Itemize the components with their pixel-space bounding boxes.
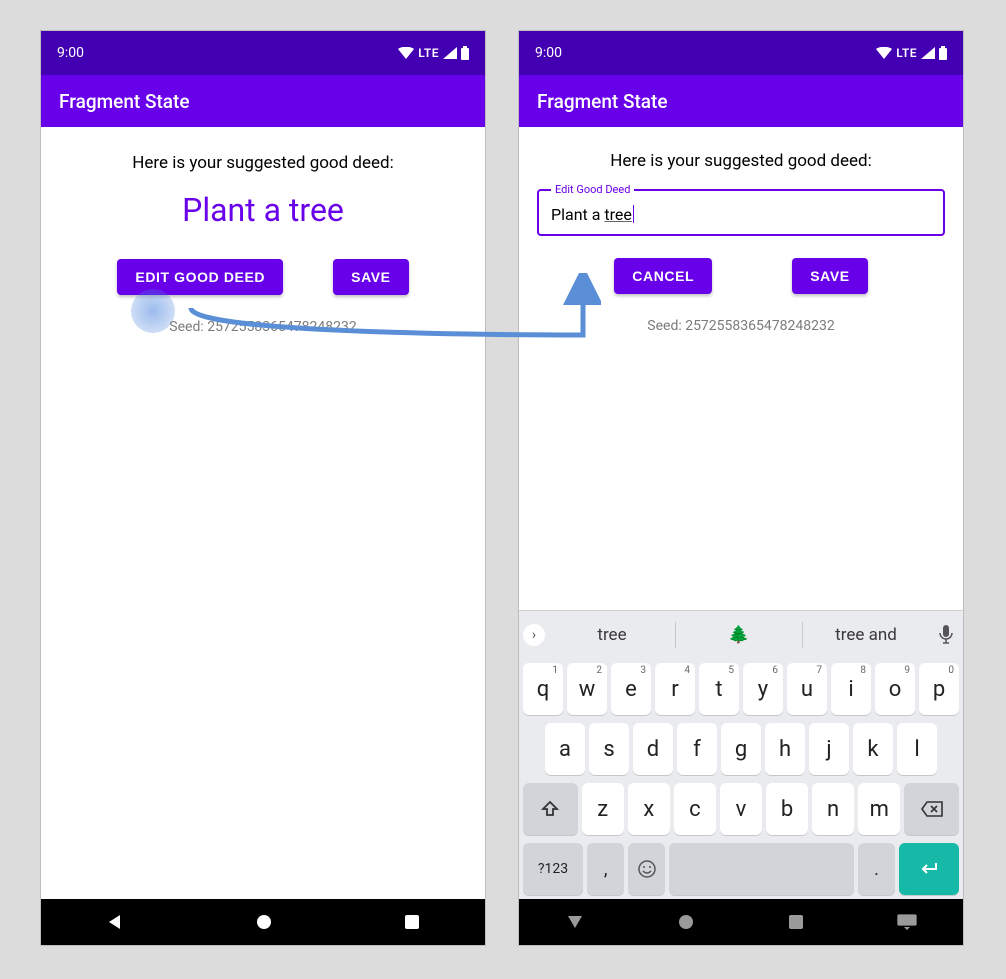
system-nav-bar — [519, 899, 963, 945]
phone-view-state: 9:00 LTE Fragment State Here is your sug… — [40, 30, 486, 946]
nav-back-icon[interactable] — [566, 913, 584, 931]
shift-key[interactable] — [523, 783, 578, 835]
nav-recents-icon[interactable] — [404, 914, 420, 930]
save-button[interactable]: SAVE — [792, 258, 868, 294]
status-bar: 9:00 LTE — [41, 31, 485, 75]
emoji-key[interactable] — [628, 843, 665, 895]
seed-label: Seed: 2572558365478248232 — [53, 319, 473, 335]
battery-icon — [461, 46, 469, 60]
nav-recents-icon[interactable] — [788, 914, 804, 930]
app-bar: Fragment State — [519, 75, 963, 127]
key-h[interactable]: h — [765, 723, 805, 775]
suggested-label: Here is your suggested good deed: — [53, 153, 473, 173]
app-bar: Fragment State — [41, 75, 485, 127]
key-y[interactable]: y6 — [743, 663, 783, 715]
field-value: Plant a tree — [551, 205, 634, 224]
nav-back-icon[interactable] — [106, 913, 124, 931]
save-button[interactable]: SAVE — [333, 259, 409, 295]
key-g[interactable]: g — [721, 723, 761, 775]
suggestion-bar: › tree 🌲 tree and — [519, 611, 963, 659]
nav-home-icon[interactable] — [255, 913, 273, 931]
key-u[interactable]: u7 — [787, 663, 827, 715]
wifi-icon — [398, 47, 414, 59]
status-time: 9:00 — [535, 45, 562, 61]
key-x[interactable]: x — [628, 783, 670, 835]
backspace-key[interactable] — [904, 783, 959, 835]
key-a[interactable]: a — [545, 723, 585, 775]
content-area: Here is your suggested good deed: Edit G… — [519, 127, 963, 610]
mic-icon[interactable] — [929, 625, 963, 645]
key-f[interactable]: f — [677, 723, 717, 775]
key-p[interactable]: p0 — [919, 663, 959, 715]
soft-keyboard: › tree 🌲 tree and q1w2e3r4t5y6u7i8o9p0 a… — [519, 610, 963, 899]
status-bar: 9:00 LTE — [519, 31, 963, 75]
key-d[interactable]: d — [633, 723, 673, 775]
status-time: 9:00 — [57, 45, 84, 61]
edit-good-deed-button[interactable]: EDIT GOOD DEED — [117, 259, 283, 295]
button-row: CANCEL SAVE — [531, 258, 951, 294]
button-row: EDIT GOOD DEED SAVE — [53, 259, 473, 295]
key-z[interactable]: z — [582, 783, 624, 835]
suggestion-emoji[interactable]: 🌲 — [676, 611, 802, 659]
key-l[interactable]: l — [897, 723, 937, 775]
key-k[interactable]: k — [853, 723, 893, 775]
key-i[interactable]: i8 — [831, 663, 871, 715]
period-key[interactable]: . — [858, 843, 895, 895]
wifi-icon — [876, 47, 892, 59]
status-icons: LTE — [398, 46, 469, 60]
suggestion-1[interactable]: tree — [549, 611, 675, 659]
key-t[interactable]: t5 — [699, 663, 739, 715]
chevron-right-icon: › — [523, 624, 545, 646]
app-title: Fragment State — [59, 90, 190, 113]
key-c[interactable]: c — [674, 783, 716, 835]
nav-home-icon[interactable] — [677, 913, 695, 931]
key-s[interactable]: s — [589, 723, 629, 775]
key-m[interactable]: m — [858, 783, 900, 835]
suggestion-2[interactable]: tree and — [803, 611, 929, 659]
comma-key[interactable]: , — [587, 843, 624, 895]
key-q[interactable]: q1 — [523, 663, 563, 715]
cell-signal-icon — [921, 47, 935, 59]
symbols-key[interactable]: ?123 — [523, 843, 583, 895]
system-nav-bar — [41, 899, 485, 945]
network-type: LTE — [418, 46, 439, 60]
key-o[interactable]: o9 — [875, 663, 915, 715]
edit-good-deed-field[interactable]: Edit Good Deed Plant a tree — [537, 189, 945, 236]
content-area: Here is your suggested good deed: Plant … — [41, 127, 485, 899]
space-key[interactable] — [669, 843, 854, 895]
keyboard-hide-icon[interactable] — [897, 914, 917, 930]
key-v[interactable]: v — [720, 783, 762, 835]
field-label: Edit Good Deed — [551, 183, 634, 196]
network-type: LTE — [896, 46, 917, 60]
key-e[interactable]: e3 — [611, 663, 651, 715]
suggestion-expand-button[interactable]: › — [519, 624, 549, 646]
battery-icon — [939, 46, 947, 60]
phone-edit-state: 9:00 LTE Fragment State Here is your sug… — [518, 30, 964, 946]
suggested-label: Here is your suggested good deed: — [531, 151, 951, 171]
key-j[interactable]: j — [809, 723, 849, 775]
deed-display: Plant a tree — [53, 191, 473, 229]
key-r[interactable]: r4 — [655, 663, 695, 715]
app-title: Fragment State — [537, 90, 668, 113]
key-n[interactable]: n — [812, 783, 854, 835]
text-caret — [633, 205, 634, 223]
cancel-button[interactable]: CANCEL — [614, 258, 712, 294]
seed-label: Seed: 2572558365478248232 — [531, 318, 951, 334]
key-b[interactable]: b — [766, 783, 808, 835]
status-icons: LTE — [876, 46, 947, 60]
enter-key[interactable] — [899, 843, 959, 895]
key-w[interactable]: w2 — [567, 663, 607, 715]
cell-signal-icon — [443, 47, 457, 59]
